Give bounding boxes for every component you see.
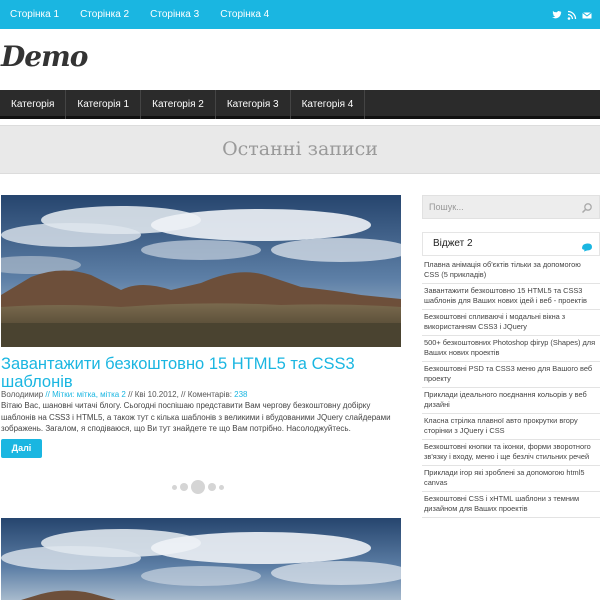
category-item-0[interactable]: Категорія: [0, 90, 67, 119]
slider-dot[interactable]: [180, 483, 188, 491]
top-nav: Сторінка 1 Сторінка 2 Сторінка 3 Сторінк…: [0, 0, 279, 29]
post-title[interactable]: Завантажити безкоштовно 15 HTML5 та CSS3…: [1, 355, 401, 391]
widget-title: Віджет 2: [433, 238, 473, 249]
widget-header: Віджет 2: [422, 232, 600, 256]
social-icons: [552, 8, 592, 20]
email-icon[interactable]: [582, 8, 592, 20]
widget-link-item[interactable]: Приклади ідеального поєднання кольорів у…: [422, 388, 600, 414]
comments-count[interactable]: 238: [234, 390, 247, 399]
top-nav-item-4[interactable]: Сторінка 4: [210, 0, 279, 29]
post-author[interactable]: Володимир: [1, 390, 43, 399]
top-nav-item-2[interactable]: Сторінка 2: [70, 0, 139, 29]
category-item-1[interactable]: Категорія 1: [66, 90, 142, 119]
post-excerpt: Вітаю Вас, шановні читачі блогу. Сьогодн…: [1, 401, 391, 433]
top-nav-item-3[interactable]: Сторінка 3: [140, 0, 209, 29]
widget-link-item[interactable]: Приклади ігор які зроблені за допомогою …: [422, 466, 600, 492]
search-input[interactable]: Пошук...: [422, 195, 600, 219]
tags-label: Мітки:: [52, 390, 77, 399]
widget-link-item[interactable]: 500+ безкоштовних Photoshop фігур (Shape…: [422, 336, 600, 362]
slider-dots: [172, 480, 224, 494]
widget-link-list: Плавна анімація об'єктів тільки за допом…: [422, 258, 600, 518]
category-item-2[interactable]: Категорія 2: [141, 90, 216, 119]
widget-icon: [581, 239, 593, 252]
page-heading-band: Останні записи: [0, 125, 600, 174]
category-item-4[interactable]: Категорія 4: [291, 90, 366, 119]
widget-link-item[interactable]: Класна стрілка плавної авто прокрутки вг…: [422, 414, 600, 440]
post-meta: Володимир // Мітки: мітка, мітка 2 // Кв…: [1, 390, 401, 399]
widget-link-item[interactable]: Плавна анімація об'єктів тільки за допом…: [422, 258, 600, 284]
read-more-button[interactable]: Далі: [1, 439, 42, 458]
widget-link-item[interactable]: Безкоштовні кнопки та іконки, форми звор…: [422, 440, 600, 466]
meta-separator: //: [125, 390, 135, 399]
slider-dot[interactable]: [219, 484, 224, 490]
top-nav-item-1[interactable]: Сторінка 1: [0, 0, 69, 29]
site-logo[interactable]: Demo: [1, 40, 88, 73]
rss-icon[interactable]: [567, 8, 577, 20]
widget-link-item[interactable]: Безкоштовні PSD та CSS3 меню для Вашого …: [422, 362, 600, 388]
slider-dot-active[interactable]: [191, 480, 205, 494]
post-featured-image[interactable]: [1, 195, 401, 347]
slider-dot[interactable]: [208, 483, 216, 491]
meta-separator: //: [178, 390, 188, 399]
post-tags[interactable]: мітка, мітка 2: [77, 390, 126, 399]
category-nav: Категорія Категорія 1 Категорія 2 Катего…: [0, 90, 600, 119]
search-icon[interactable]: [581, 201, 593, 214]
post-2-featured-image[interactable]: [1, 518, 401, 600]
top-bar: Сторінка 1 Сторінка 2 Сторінка 3 Сторінк…: [0, 0, 600, 29]
widget-link-item[interactable]: Безкоштовні CSS і xHTML шаблони з темним…: [422, 492, 600, 518]
widget-link-item[interactable]: Безкоштовні спливаючі і модальні вікна з…: [422, 310, 600, 336]
post-date: Кві 10.2012,: [134, 390, 179, 399]
widget-link-item[interactable]: Завантажити безкоштовно 15 HTML5 та CSS3…: [422, 284, 600, 310]
twitter-icon[interactable]: [552, 8, 562, 20]
meta-separator: //: [43, 390, 53, 399]
slider-dot[interactable]: [172, 484, 177, 490]
comments-label: Коментарів:: [187, 390, 235, 399]
page-title: Останні записи: [222, 138, 378, 160]
search-placeholder: Пошук...: [429, 202, 464, 212]
category-item-3[interactable]: Категорія 3: [216, 90, 291, 119]
